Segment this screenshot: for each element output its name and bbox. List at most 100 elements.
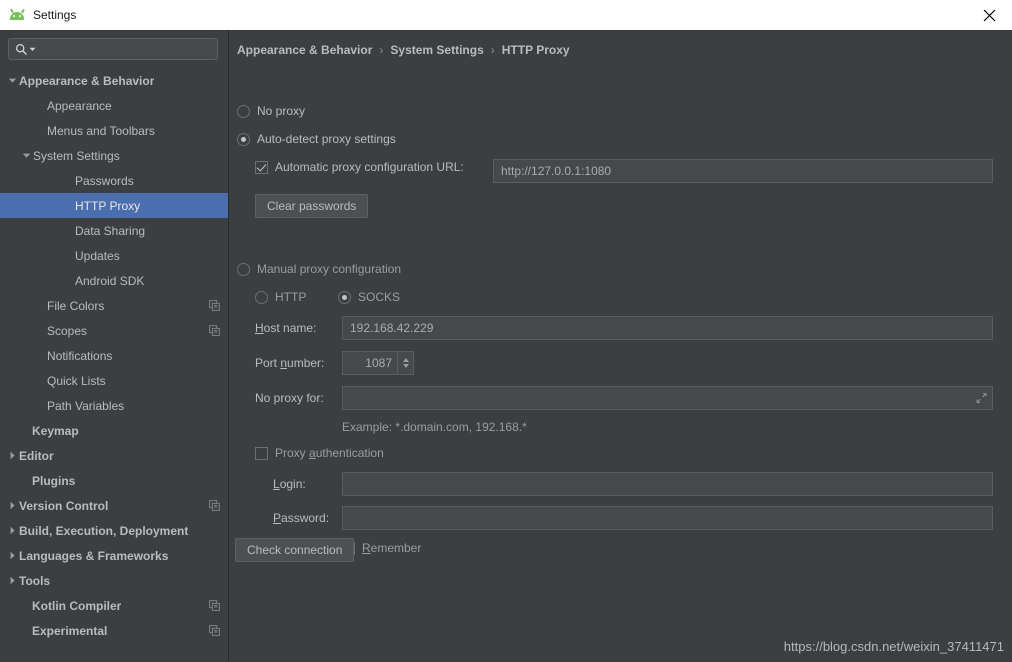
sidebar-item-label: Plugins <box>32 473 76 488</box>
copy-icon[interactable] <box>209 500 220 511</box>
sidebar-item-label: Editor <box>19 448 54 463</box>
sidebar-item-data-sharing[interactable]: Data Sharing <box>0 218 228 243</box>
search-dropdown-icon[interactable] <box>29 46 36 53</box>
http-label: HTTP <box>275 290 307 304</box>
proxy-authentication-row[interactable]: Proxy authentication <box>255 446 384 460</box>
copy-icon[interactable] <box>209 600 220 611</box>
sidebar-item-notifications[interactable]: Notifications <box>0 343 228 368</box>
no-proxy-option[interactable]: No proxy <box>237 104 305 118</box>
socks-option[interactable]: SOCKS <box>338 290 400 304</box>
sidebar-item-android-sdk[interactable]: Android SDK <box>0 268 228 293</box>
sidebar-item-tools[interactable]: Tools <box>0 568 228 593</box>
chevron-down-icon[interactable] <box>402 364 409 368</box>
sidebar-item-label: Notifications <box>47 348 113 363</box>
chevron-right-icon[interactable] <box>6 526 19 535</box>
auto-config-url-input[interactable]: http://127.0.0.1:1080 <box>493 159 993 183</box>
host-name-mnemonic: H <box>255 321 264 335</box>
chevron-down-icon[interactable] <box>6 76 19 85</box>
password-label-rest: assword: <box>281 511 330 525</box>
sidebar-item-appearance-behavior[interactable]: Appearance & Behavior <box>0 68 228 93</box>
port-number-arrows[interactable] <box>397 352 413 374</box>
chevron-right-icon[interactable] <box>6 551 19 560</box>
sidebar-item-quick-lists[interactable]: Quick Lists <box>0 368 228 393</box>
sidebar-item-label: Appearance <box>47 98 112 113</box>
sidebar-item-appearance[interactable]: Appearance <box>0 93 228 118</box>
sidebar-item-editor[interactable]: Editor <box>0 443 228 468</box>
host-name-label-rest: ost name: <box>263 321 317 335</box>
auto-config-url-label: Automatic proxy configuration URL: <box>275 160 464 174</box>
sidebar-item-label: Menus and Toolbars <box>47 123 155 138</box>
settings-body: Appearance & Behavior Appearance Menus and… <box>0 30 1012 662</box>
sidebar-item-label: Languages & Frameworks <box>19 548 169 563</box>
proxy-authentication-checkbox[interactable] <box>255 446 268 460</box>
sidebar-item-label: File Colors <box>47 298 105 313</box>
password-input[interactable] <box>342 506 993 530</box>
chevron-right-icon[interactable] <box>6 576 19 585</box>
copy-icon[interactable] <box>209 300 220 311</box>
sidebar-item-experimental[interactable]: Experimental <box>0 618 228 643</box>
manual-proxy-radio[interactable] <box>237 262 250 276</box>
search-input[interactable] <box>8 38 218 60</box>
chevron-down-icon[interactable] <box>20 151 33 160</box>
sidebar-item-plugins[interactable]: Plugins <box>0 468 228 493</box>
manual-proxy-option[interactable]: Manual proxy configuration <box>237 262 401 276</box>
sidebar-item-label: Tools <box>19 573 51 588</box>
chevron-right-icon[interactable] <box>6 501 19 510</box>
port-number-label-post: umber: <box>287 356 325 370</box>
sidebar-item-label: Version Control <box>19 498 109 513</box>
check-connection-button[interactable]: Check connection <box>235 538 355 562</box>
http-option[interactable]: HTTP <box>255 290 306 304</box>
sidebar-item-http-proxy[interactable]: HTTP Proxy <box>0 193 228 218</box>
sidebar-item-file-colors[interactable]: File Colors <box>0 293 228 318</box>
no-proxy-radio[interactable] <box>237 104 250 118</box>
password-mnemonic: P <box>273 511 282 525</box>
sidebar-item-keymap[interactable]: Keymap <box>0 418 228 443</box>
login-input[interactable] <box>342 472 993 496</box>
port-number-label-pre: Port <box>255 356 281 370</box>
auto-detect-radio[interactable] <box>237 132 250 146</box>
breadcrumb-part-2[interactable]: System Settings <box>390 43 483 57</box>
no-proxy-for-input[interactable] <box>342 386 993 410</box>
window-titlebar: Settings <box>0 0 1012 30</box>
breadcrumb-part-1[interactable]: Appearance & Behavior <box>237 43 372 57</box>
sidebar-item-scopes[interactable]: Scopes <box>0 318 228 343</box>
sidebar-item-path-variables[interactable]: Path Variables <box>0 393 228 418</box>
http-radio[interactable] <box>255 290 268 304</box>
breadcrumb: Appearance & Behavior › System Settings … <box>237 43 570 57</box>
proxy-authentication-label: Proxy authentication <box>275 446 384 460</box>
socks-radio[interactable] <box>338 290 351 304</box>
right-edge-strip <box>1008 30 1012 662</box>
settings-tree: Appearance & Behavior Appearance Menus and… <box>0 66 228 643</box>
sidebar-item-updates[interactable]: Updates <box>0 243 228 268</box>
chevron-right-icon[interactable] <box>6 451 19 460</box>
sidebar-item-build-execution-deployment[interactable]: Build, Execution, Deployment <box>0 518 228 543</box>
copy-icon[interactable] <box>209 325 220 336</box>
auto-detect-option[interactable]: Auto-detect proxy settings <box>237 132 396 146</box>
copy-icon[interactable] <box>209 625 220 636</box>
proxy-auth-label-pre: Proxy <box>275 446 310 460</box>
host-name-input[interactable]: 192.168.42.229 <box>342 316 993 340</box>
login-mnemonic: L <box>273 477 280 491</box>
clear-passwords-button[interactable]: Clear passwords <box>255 194 369 218</box>
sidebar-item-label: Passwords <box>75 173 134 188</box>
expand-icon[interactable] <box>976 392 987 404</box>
port-number-label: Port number: <box>255 356 324 370</box>
sidebar-item-version-control[interactable]: Version Control <box>0 493 228 518</box>
sidebar-item-kotlin-compiler[interactable]: Kotlin Compiler <box>0 593 228 618</box>
chevron-up-icon[interactable] <box>402 358 409 362</box>
sidebar-item-system-settings[interactable]: System Settings <box>0 143 228 168</box>
search-container <box>0 30 228 66</box>
sidebar-item-label: Quick Lists <box>47 373 106 388</box>
close-icon[interactable] <box>966 0 1012 30</box>
sidebar-item-label: Experimental <box>32 623 108 638</box>
settings-main-panel: Appearance & Behavior › System Settings … <box>229 30 1012 662</box>
auto-config-url-checkbox[interactable] <box>255 160 268 174</box>
sidebar-item-passwords[interactable]: Passwords <box>0 168 228 193</box>
port-number-value[interactable]: 1087 <box>343 352 397 374</box>
sidebar-item-languages-frameworks[interactable]: Languages & Frameworks <box>0 543 228 568</box>
port-number-stepper[interactable]: 1087 <box>342 351 414 375</box>
example-hint: Example: *.domain.com, 192.168.* <box>342 420 527 434</box>
sidebar-item-menus-and-toolbars[interactable]: Menus and Toolbars <box>0 118 228 143</box>
proxy-auth-mnemonic: a <box>309 446 316 460</box>
watermark-text: https://blog.csdn.net/weixin_37411471 <box>783 639 1004 654</box>
